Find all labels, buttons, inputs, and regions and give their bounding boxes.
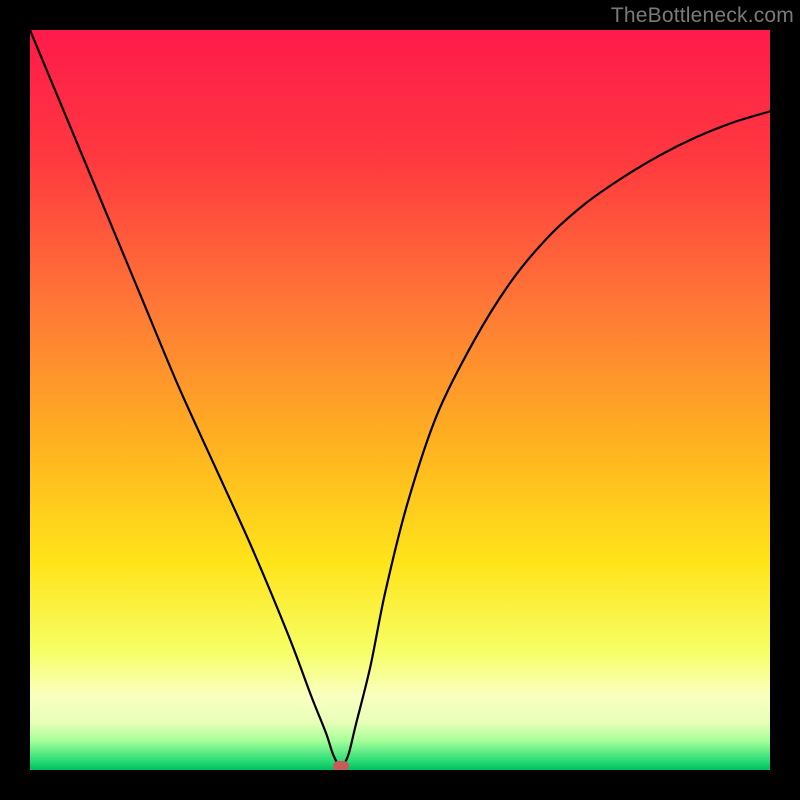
watermark-text: TheBottleneck.com	[611, 4, 794, 28]
dip-marker	[333, 761, 349, 770]
bottleneck-curve	[30, 30, 770, 770]
chart-frame: TheBottleneck.com	[0, 0, 800, 800]
plot-area	[30, 30, 770, 770]
